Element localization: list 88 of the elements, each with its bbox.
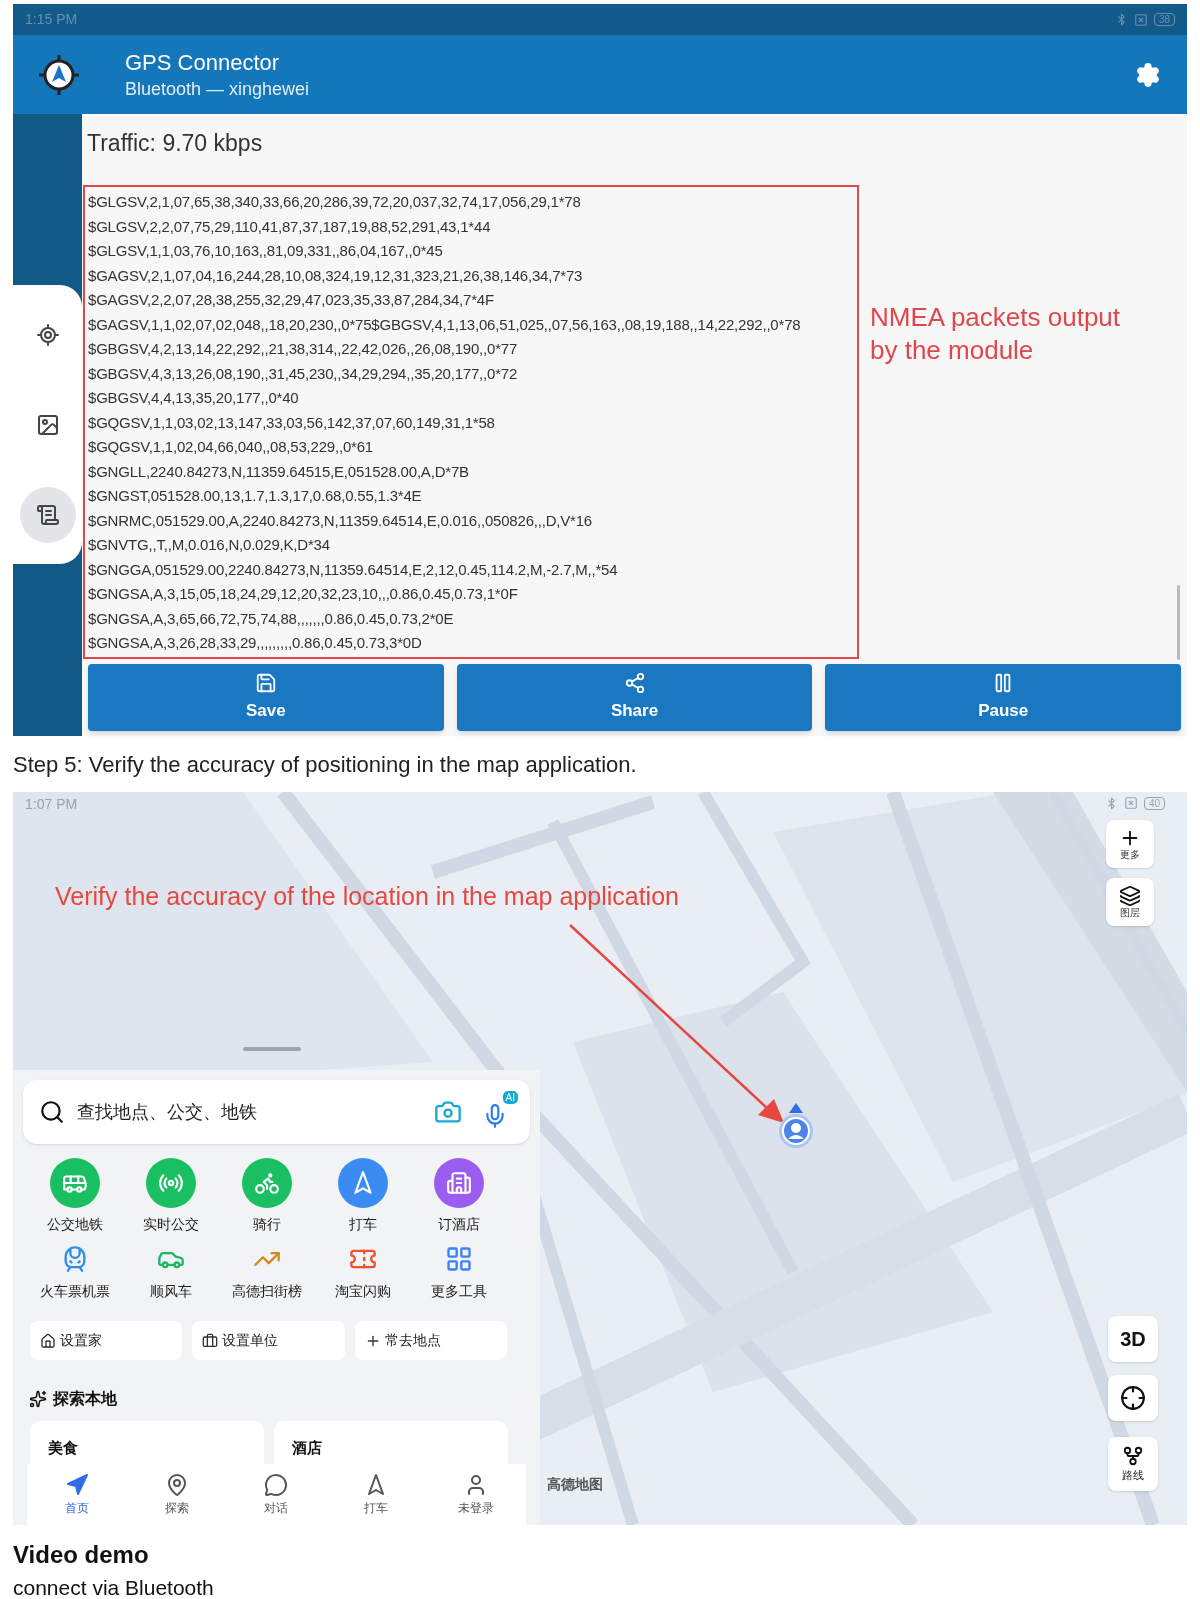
3d-button[interactable]: 3D [1108,1316,1158,1362]
share-icon [623,671,646,694]
category-card[interactable]: 美食 [30,1421,264,1464]
tab[interactable]: 未登录 [426,1472,526,1517]
log-line: $GNGSA,A,3,26,28,33,29,,,,,,,,,0.86,0.45,0.73,3*0D [88,633,422,653]
tab[interactable]: 对话 [226,1472,327,1517]
status-time: 1:07 PM [25,795,78,814]
battery-level: 38 [1153,13,1175,26]
log-line: $GNVTG,,T,,M,0.016,N,0.029,K,D*34 [88,535,330,555]
sim-icon [1133,12,1148,27]
traffic-reading: Traffic: 9.70 kbps [87,129,264,158]
section-title: 探索本地 [53,1389,117,1409]
log-line: $GBGSV,4,2,13,14,22,292,,21,38,314,,22,42,026,,26,08,190,,0*77 [88,339,518,359]
layers-icon [1119,885,1141,907]
tab[interactable]: 打车 [326,1472,427,1517]
tab[interactable]: 首页 [27,1472,127,1517]
app-title: GPS Connector [125,48,281,77]
grid-icon[interactable] [445,1245,473,1273]
search-field[interactable]: 查找地点、公交、地铁 [77,1098,434,1126]
fork-arrow-icon [1122,1444,1144,1467]
navigation-icon[interactable] [338,1158,388,1208]
log-line: $GAGSV,2,1,07,04,16,244,28,10,08,324,19,12,31,323,21,26,38,146,34,7*73 [88,265,583,286]
compass-icon [39,54,79,95]
log-line: $GNGGA,051529.00,2240.84273,N,11359.64514,E,2,12,0.45,114.2,M,-2.7,M,,*54 [88,559,618,580]
log-line: $GNGLL,2240.84273,N,11359.64515,E,051528.00,A,D*7B [88,461,469,482]
navigation-icon [64,1472,89,1497]
locate-button[interactable] [1108,1375,1158,1421]
log-line: $GAGSV,2,2,07,28,38,255,32,29,47,023,35,33,87,284,34,7*4F [88,290,494,310]
log-line: $GLGSV,2,2,07,75,29,110,41,87,37,187,19,88,52,291,43,1*44 [88,216,491,237]
log-line: $GBGSV,4,4,13,35,20,177,,0*40 [88,388,299,408]
log-line: $GBGSV,4,3,13,26,08,190,,31,45,230,,34,29,294,,35,20,177,,0*72 [88,363,518,384]
app-subtitle: Bluetooth — xinghewei [125,77,310,101]
image-icon [35,412,60,437]
shortcut-label[interactable]: 打车 [349,1216,377,1232]
log-line: $GLGSV,1,1,03,76,10,163,,81,09,331,,86,04,167,,0*45 [88,241,443,261]
map-control-button[interactable]: 图层 [1106,878,1154,926]
ai-badge: AI [502,1091,518,1104]
log-line: $GNGSA,A,3,15,05,18,24,29,12,20,32,23,10,,,0.86,0.45,0.73,1*0F [88,584,518,604]
map-handle[interactable] [243,1047,301,1051]
shortcut-label[interactable]: 顺风车 [150,1283,192,1299]
annotation-text: Verify the accuracy of the location in the map application [55,881,679,912]
log-line: $GQGSV,1,1,03,02,13,147,33,03,56,142,37,07,60,149,31,1*58 [88,412,495,433]
quick-place-button[interactable]: 设置单位 [192,1321,345,1360]
route-button[interactable]: 路线 [1108,1437,1158,1491]
bicycle-icon[interactable] [242,1158,292,1208]
shortcut-label[interactable]: 骑行 [253,1216,281,1232]
home-icon [40,1332,56,1349]
crosshair-icon [1120,1385,1146,1411]
document-icon [35,502,60,527]
body-text: connect via Bluetooth [13,1576,214,1599]
crosshair-icon [35,322,60,347]
sim-icon [1123,796,1138,810]
log-line: $GQGSV,1,1,02,04,66,040,,08,53,229,,0*61 [88,437,373,457]
sparkle-icon [29,1390,47,1408]
pause-button[interactable]: Pause [825,664,1181,731]
share-button[interactable]: Share [456,664,813,731]
quick-place-button[interactable]: 常去地点 [354,1321,507,1360]
settings-icon[interactable] [1135,61,1161,88]
location-marker-icon [778,1103,814,1149]
building-icon[interactable] [434,1158,484,1208]
battery-level: 40 [1143,796,1165,810]
tab[interactable]: 探索 [126,1472,227,1517]
shortcut-label[interactable]: 公交地铁 [47,1216,103,1232]
log-line: $GNGSA,A,3,65,66,72,75,74,88,,,,,,,0.86,0.45,0.73,2*0E [88,608,454,629]
shortcut-label[interactable]: 高德扫街榜 [232,1283,302,1299]
log-line: $GNGST,051528.00,13,1.7,1.3,17,0.68,0.55,1.3*4E [88,486,422,506]
map-control-button[interactable]: 更多 [1106,820,1154,868]
map-logo: 高德地图 [547,1475,603,1494]
save-button[interactable]: Save [88,664,444,731]
bus-icon[interactable] [50,1158,100,1208]
search-icon [39,1099,65,1125]
shortcut-label[interactable]: 火车票机票 [40,1283,110,1299]
category-card[interactable]: 酒店 [274,1421,508,1464]
chat-icon [264,1472,289,1497]
briefcase-icon [202,1332,219,1349]
shortcut-label[interactable]: 淘宝闪购 [335,1283,391,1299]
section-heading: Video demo [13,1540,149,1570]
log-line: $GLGSV,2,1,07,65,38,340,33,66,20,286,39,72,20,037,32,74,17,056,29,1*78 [88,192,581,212]
shortcut-label[interactable]: 实时公交 [143,1216,199,1232]
step-caption: Step 5: Verify the accuracy of positioning in the map application. [13,750,637,779]
status-time: 1:15 PM [25,10,78,29]
shortcut-label[interactable]: 订酒店 [438,1216,480,1232]
signal-icon[interactable] [146,1158,196,1208]
log-line: $GNRMC,051529.00,A,2240.84273,N,11359.64514,E,0.016,,050826,,,D,V*16 [88,510,592,531]
log-line: $GAGSV,1,1,02,07,02,048,,18,20,230,,0*75$GBGSV,4,1,13,06,51,025,,07,56,163,,08,19,188,,14,22,292,,0*78 [88,314,801,335]
quick-place-button[interactable]: 设置家 [30,1321,183,1360]
shortcut-label[interactable]: 更多工具 [431,1283,487,1299]
annotation-text: NMEA packets output by the module [870,301,1122,367]
